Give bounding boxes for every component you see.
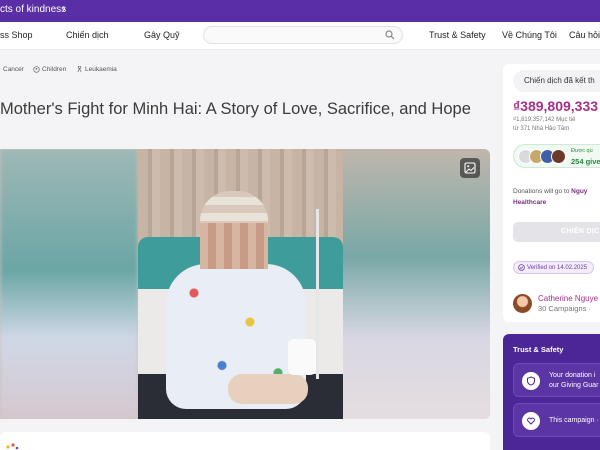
donor-count-text: từ 371 Nhà Hảo Tâm [513, 126, 570, 132]
search-icon[interactable] [385, 30, 395, 40]
donation-summary-card: Chiến dịch đã kết th ₫389,809,333 ₫1,819… [503, 64, 600, 322]
raised-amount: ₫389,809,333 [513, 98, 599, 114]
verified-text: Verified on 14.02.2025 [527, 264, 588, 271]
avatar [551, 149, 566, 164]
destination-org-link[interactable]: Nguy [571, 188, 587, 195]
tag-label: Leukaemia [85, 65, 117, 73]
campaign-cta-button[interactable]: CHIẾN DỊC [513, 222, 600, 242]
campaign-status-pill: Chiến dịch đã kết th [513, 70, 600, 92]
page-title: Mother's Fight for Minh Hai: A Story of … [0, 100, 471, 118]
sparkle-icon [6, 443, 19, 450]
photo-face-pixelated [200, 223, 268, 269]
nav-item-shop[interactable]: ss Shop [0, 30, 33, 40]
shield-icon [522, 372, 540, 390]
check-circle-icon [518, 264, 525, 271]
trust-item-guarantee[interactable]: Your donation i our Giving Guar [513, 363, 600, 397]
trust-item-campaign[interactable]: This campaign · [513, 403, 600, 437]
trust-safety-card: Trust & Safety Your donation i our Givin… [503, 334, 600, 450]
hero-blur-right [343, 149, 490, 419]
ribbon-icon [77, 65, 82, 72]
nav-item-faq[interactable]: Câu hỏi [569, 30, 600, 40]
search-input[interactable] [203, 26, 403, 44]
nav-item-trust-safety[interactable]: Trust & Safety [429, 30, 486, 40]
photo-leg [228, 374, 308, 404]
photo-bandage [288, 339, 316, 375]
top-banner[interactable]: cts of kindness › [0, 0, 600, 22]
verified-badge: Verified on 14.02.2025 [513, 261, 595, 274]
child-patient-photo [138, 149, 343, 419]
donation-destination: Donations will go to Nguy Healthcare [513, 186, 587, 208]
donors-strip[interactable]: Được qu 254 giver [513, 144, 600, 168]
donors-count: 254 giver [571, 157, 600, 166]
heart-hand-icon [522, 412, 540, 430]
child-icon [33, 65, 40, 73]
target-amount: ₫1,819,357,142 Mục tiê [513, 117, 576, 123]
chevron-right-icon: › [62, 3, 66, 15]
organizer-avatar[interactable] [513, 294, 532, 313]
trust-item-text: Your donation i [549, 372, 596, 379]
organizer-info[interactable]: Catherine Nguye 30 Campaigns · [513, 293, 600, 315]
tag-cancer[interactable]: Cancer [3, 64, 24, 74]
tag-label: Children [42, 65, 67, 73]
trust-item-text: This campaign · [549, 417, 599, 424]
cta-label: CHIẾN DỊC [561, 228, 600, 235]
nav-item-fundraise[interactable]: Gây Quỹ [144, 30, 180, 40]
destination-text: Donations will go to [513, 188, 572, 195]
organizer-campaigns: 30 Campaigns · [538, 304, 591, 313]
trust-item-text-2: our Giving Guar [549, 382, 599, 389]
target-info: ₫1,819,357,142 Mục tiê từ 371 Nhà Hảo Tâ… [513, 116, 575, 134]
tag-leukaemia[interactable]: Leukaemia [76, 64, 117, 74]
campaign-hero-image[interactable] [0, 149, 490, 419]
top-banner-text[interactable]: cts of kindness [0, 4, 66, 15]
destination-org-link-2[interactable]: Healthcare [513, 199, 546, 206]
hero-blur-left [0, 149, 138, 419]
tag-label: Cancer [3, 65, 24, 73]
campaign-status-text: Chiến dịch đã kết th [524, 76, 595, 85]
nav-item-campaigns[interactable]: Chiến dịch [66, 30, 109, 40]
organizer-name[interactable]: Catherine Nguye [538, 294, 598, 303]
gallery-button[interactable] [460, 158, 480, 178]
gallery-icon [464, 162, 476, 174]
photo-iv-tube [316, 209, 319, 379]
navbar: ss Shop Chiến dịch Gây Quỹ Trust & Safet… [0, 22, 600, 50]
trust-heading: Trust & Safety [513, 345, 564, 354]
story-card [0, 432, 490, 450]
tag-children[interactable]: Children [33, 64, 66, 74]
nav-item-about-us[interactable]: Về Chúng Tôi [502, 30, 557, 40]
donors-label: Được qu [571, 148, 593, 154]
